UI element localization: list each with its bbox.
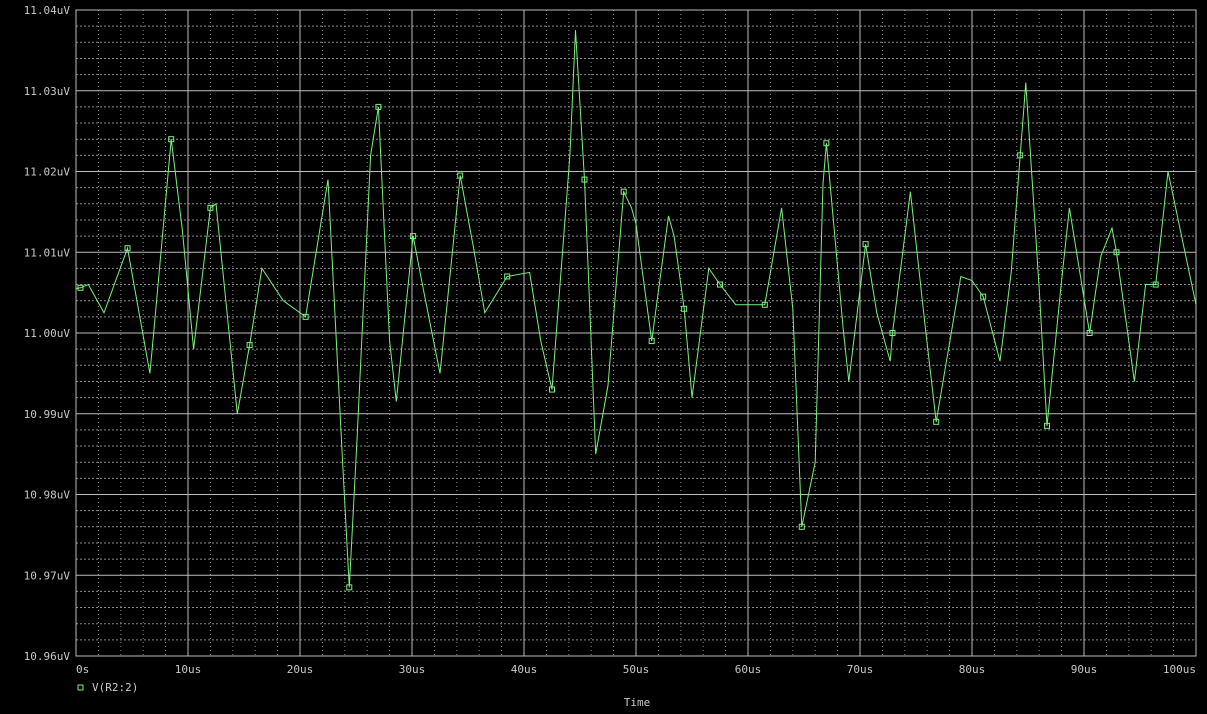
x-tick-label: 20us bbox=[287, 663, 314, 676]
x-axis-label: Time bbox=[624, 696, 651, 709]
y-tick-label: 11.00uV bbox=[24, 327, 71, 340]
plot-area: 10.96uV 10.97uV 10.98uV 10.99uV 11.00uV 11.01… bbox=[0, 0, 1207, 714]
x-tick-label: 60us bbox=[735, 663, 762, 676]
y-tick-label: 11.02uV bbox=[24, 166, 71, 179]
y-tick-label: 11.01uV bbox=[24, 246, 71, 259]
y-tick-label: 10.96uV bbox=[24, 650, 71, 663]
y-tick-label: 10.99uV bbox=[24, 408, 71, 421]
x-tick-label: 100us bbox=[1163, 663, 1196, 676]
legend-label: V(R2:2) bbox=[92, 681, 138, 694]
x-tick-label: 90us bbox=[1071, 663, 1098, 676]
x-tick-label: 50us bbox=[623, 663, 650, 676]
x-tick-label: 0s bbox=[76, 663, 89, 676]
x-tick-label: 30us bbox=[399, 663, 426, 676]
x-tick-label: 40us bbox=[511, 663, 538, 676]
y-tick-label: 10.97uV bbox=[24, 569, 71, 582]
y-tick-label: 11.03uV bbox=[24, 85, 71, 98]
x-tick-label: 10us bbox=[175, 663, 202, 676]
x-tick-label: 70us bbox=[847, 663, 874, 676]
x-tick-label: 80us bbox=[959, 663, 986, 676]
y-tick-label: 10.98uV bbox=[24, 489, 71, 502]
y-tick-label: 11.04uV bbox=[24, 4, 71, 17]
